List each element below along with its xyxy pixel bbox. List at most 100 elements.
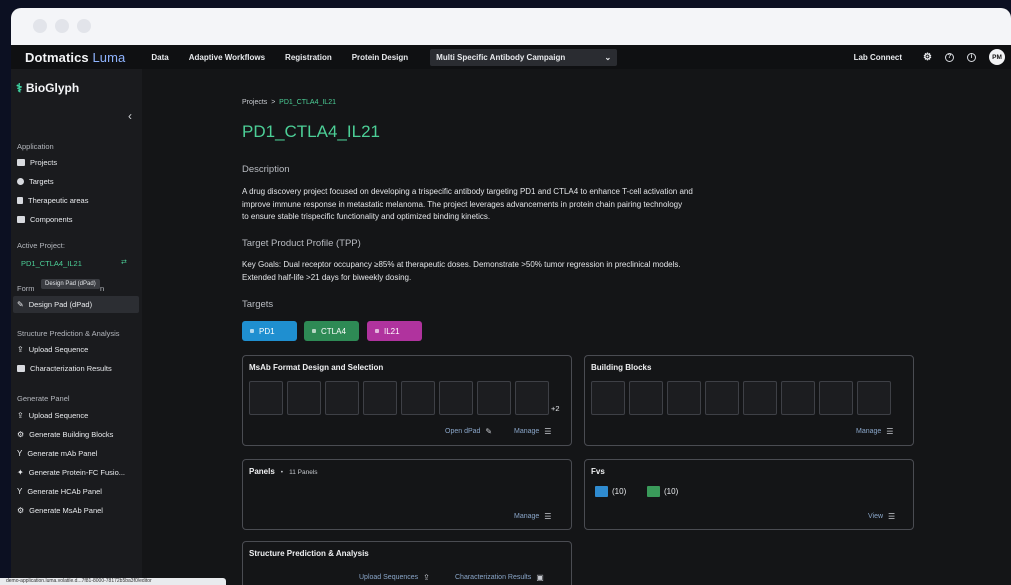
format-thumb[interactable] — [477, 381, 511, 415]
logo[interactable]: Dotmatics Luma — [25, 50, 125, 65]
format-thumb[interactable] — [515, 381, 549, 415]
format-thumb[interactable] — [439, 381, 473, 415]
chart-icon: ▣ — [536, 573, 544, 582]
app-window: Dotmatics Luma Data Adaptive Workflows R… — [11, 8, 1011, 585]
format-thumb[interactable] — [287, 381, 321, 415]
upload-icon: ⇪ — [17, 345, 24, 354]
sidebar-item-generate-hcab-panel[interactable]: Y Generate HCAb Panel — [17, 487, 102, 496]
sidebar-item-generate-building-blocks[interactable]: ⚙ Generate Building Blocks — [17, 430, 113, 439]
swap-project-icon[interactable]: ⇄ — [121, 258, 127, 266]
format-thumb[interactable] — [249, 381, 283, 415]
bioglyph-logo-icon: ⚕ — [16, 81, 23, 95]
block-thumb[interactable] — [819, 381, 853, 415]
target-tag-pd1[interactable]: PD1 — [242, 321, 297, 341]
msab-manage-link[interactable]: Manage ☰ — [514, 427, 551, 436]
panels-manage-link[interactable]: Manage ☰ — [514, 512, 551, 521]
section-formats: Form n — [17, 284, 105, 293]
nav-registration[interactable]: Registration — [285, 53, 332, 62]
hcab-icon: Y — [17, 487, 23, 496]
breadcrumb-separator: > — [271, 99, 276, 106]
top-nav: Dotmatics Luma Data Adaptive Workflows R… — [11, 45, 1011, 69]
blocks-manage-link[interactable]: Manage ☰ — [856, 427, 893, 436]
tag-dot-icon — [312, 329, 316, 333]
upload-sequences-link[interactable]: Upload Sequences ⇪ — [359, 573, 430, 582]
window-dot-close[interactable] — [33, 19, 47, 33]
tpp-label: Target Product Profile (TPP) — [242, 238, 361, 249]
card-title: Panels • 11 Panels — [249, 467, 318, 476]
card-title: Structure Prediction & Analysis — [249, 549, 369, 558]
active-project-label: Active Project: — [17, 241, 65, 250]
tag-dot-icon — [375, 329, 379, 333]
help-icon[interactable]: ? — [945, 52, 954, 62]
section-application: Application — [17, 142, 54, 151]
window-dot-minimize[interactable] — [55, 19, 69, 33]
characterization-results-link[interactable]: Characterization Results ▣ — [455, 573, 544, 582]
open-dpad-link[interactable]: Open dPad ✎ — [445, 427, 492, 436]
brand[interactable]: ⚕ BioGlyph — [16, 81, 79, 95]
sidebar-item-therapeutic-areas[interactable]: Therapeutic areas — [17, 196, 88, 205]
section-generate-panel: Generate Panel — [17, 394, 70, 403]
format-thumb[interactable] — [363, 381, 397, 415]
pencil-icon: ✎ — [485, 427, 493, 436]
nav-adaptive-workflows[interactable]: Adaptive Workflows — [189, 53, 265, 62]
nav-protein-design[interactable]: Protein Design — [352, 53, 408, 62]
upload-icon: ⇪ — [423, 573, 430, 582]
fv-green-icon — [647, 486, 660, 497]
list-icon: ☰ — [886, 427, 894, 436]
active-project-name[interactable]: PD1_CTLA4_IL21 — [21, 259, 82, 268]
block-thumb[interactable] — [705, 381, 739, 415]
block-thumb[interactable] — [743, 381, 777, 415]
sidebar-item-targets[interactable]: Targets — [17, 177, 54, 186]
fvs-view-link[interactable]: View ☰ — [868, 512, 895, 521]
fv-count-blue[interactable]: (10) — [595, 486, 626, 497]
target-tag-il21[interactable]: IL21 — [367, 321, 422, 341]
breadcrumb: Projects > PD1_CTLA4_IL21 — [242, 99, 336, 106]
fv-count-green[interactable]: (10) — [647, 486, 678, 497]
block-thumb[interactable] — [781, 381, 815, 415]
campaign-select[interactable]: Multi Specific Antibody Campaign ⌄ — [430, 48, 618, 66]
more-formats-count[interactable]: +2 — [551, 404, 560, 413]
info-icon[interactable]: i — [967, 52, 976, 62]
folder-icon — [17, 216, 25, 223]
browser-chrome — [11, 8, 1011, 45]
block-thumb[interactable] — [857, 381, 891, 415]
sidebar-item-projects[interactable]: Projects — [17, 158, 57, 167]
card-structure-prediction: Structure Prediction & Analysis Upload S… — [242, 541, 572, 585]
window-dot-maximize[interactable] — [77, 19, 91, 33]
sidebar-item-design-pad[interactable]: ✎ Design Pad (dPad) — [17, 300, 92, 309]
panels-bullet: • — [280, 469, 284, 476]
avatar[interactable]: PM — [989, 49, 1005, 65]
sidebar-item-components[interactable]: Components — [17, 215, 73, 224]
sidebar-item-generate-mab-panel[interactable]: Y Generate mAb Panel — [17, 449, 97, 458]
sidebar-item-gen-upload-sequence[interactable]: ⇪ Upload Sequence — [17, 411, 88, 420]
format-thumb[interactable] — [401, 381, 435, 415]
collapse-sidebar-icon[interactable]: ‹ — [128, 109, 132, 123]
sidebar-item-generate-protein-fc[interactable]: ✦ Generate Protein-FC Fusio... — [17, 468, 125, 477]
card-title: Fvs — [591, 467, 605, 476]
tag-dot-icon — [250, 329, 254, 333]
nav-data[interactable]: Data — [151, 53, 168, 62]
panels-count: 11 Panels — [289, 469, 318, 476]
tpp-text: Key Goals: Dual receptor occupancy ≥85% … — [242, 260, 681, 282]
sidebar-item-characterization-results[interactable]: Characterization Results — [17, 364, 112, 373]
description-text: A drug discovery project focused on deve… — [242, 187, 693, 221]
block-thumb[interactable] — [667, 381, 701, 415]
design-pad-tooltip: Design Pad (dPad) — [41, 279, 100, 289]
block-thumb[interactable] — [591, 381, 625, 415]
card-panels: Panels • 11 Panels Manage ☰ — [242, 459, 572, 530]
lab-connect-link[interactable]: Lab Connect — [854, 53, 902, 62]
section-structure: Structure Prediction & Analysis — [17, 329, 120, 338]
target-tag-ctla4[interactable]: CTLA4 — [304, 321, 359, 341]
list-icon: ☰ — [888, 512, 896, 521]
folder-icon — [17, 159, 25, 166]
sidebar-item-upload-sequence[interactable]: ⇪ Upload Sequence — [17, 345, 88, 354]
sidebar-item-generate-msab-panel[interactable]: ⚙ Generate MsAb Panel — [17, 506, 103, 515]
breadcrumb-current: PD1_CTLA4_IL21 — [279, 99, 336, 106]
target-icon — [17, 178, 24, 185]
chevron-down-icon: ⌄ — [604, 52, 612, 62]
gear-icon[interactable]: ⚙ — [923, 52, 932, 63]
format-thumb[interactable] — [325, 381, 359, 415]
breadcrumb-projects[interactable]: Projects — [242, 99, 267, 106]
block-thumb[interactable] — [629, 381, 663, 415]
gear-icon: ⚙ — [17, 430, 25, 439]
